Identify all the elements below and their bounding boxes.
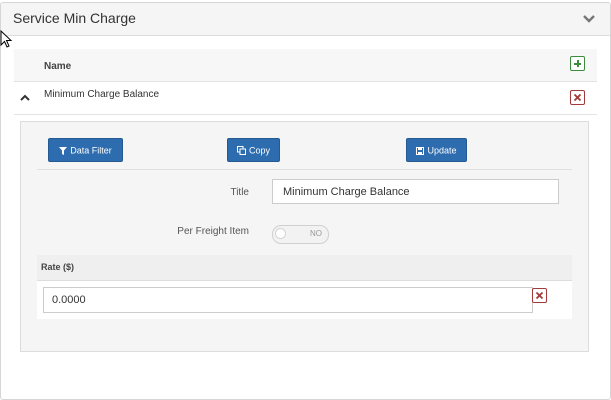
save-icon — [416, 146, 425, 155]
rate-header: Rate ($) — [37, 255, 572, 281]
chevron-down-icon[interactable] — [582, 12, 596, 24]
copy-icon — [236, 146, 246, 156]
copy-button[interactable]: Copy — [227, 138, 280, 162]
mouse-cursor-icon — [0, 29, 13, 50]
toggle-knob — [275, 228, 286, 239]
grid-header: Name — [14, 49, 597, 82]
per-freight-item-label: Per Freight Item — [177, 226, 249, 237]
column-header-name[interactable]: Name — [44, 61, 71, 72]
title-input[interactable] — [272, 179, 559, 204]
per-freight-item-toggle[interactable]: NO — [272, 225, 329, 244]
data-filter-label: Data Filter — [70, 145, 112, 156]
delete-rate-button[interactable] — [532, 288, 547, 303]
panel-header[interactable]: Service Min Charge — [1, 3, 610, 36]
delete-row-button[interactable] — [570, 90, 585, 105]
title-label: Title — [230, 187, 249, 198]
rate-header-label: Rate ($) — [41, 262, 75, 272]
detail-panel: Data Filter Copy Update Title Per Freigh… — [20, 121, 589, 352]
table-row[interactable]: Minimum Charge Balance — [14, 82, 597, 115]
service-min-charge-panel: Service Min Charge Name Minimum Charge B… — [0, 2, 611, 400]
add-row-button[interactable] — [570, 56, 585, 71]
rate-row — [37, 281, 572, 319]
rate-input[interactable] — [43, 287, 533, 313]
toggle-state-text: NO — [310, 229, 322, 238]
update-button[interactable]: Update — [406, 138, 467, 162]
panel-title: Service Min Charge — [13, 10, 136, 26]
filter-icon — [59, 146, 68, 155]
row-name-cell: Minimum Charge Balance — [44, 89, 160, 100]
copy-label: Copy — [248, 145, 270, 156]
chevron-up-icon[interactable] — [19, 90, 31, 101]
divider — [37, 169, 572, 170]
update-label: Update — [427, 145, 457, 156]
data-filter-button[interactable]: Data Filter — [48, 138, 123, 162]
